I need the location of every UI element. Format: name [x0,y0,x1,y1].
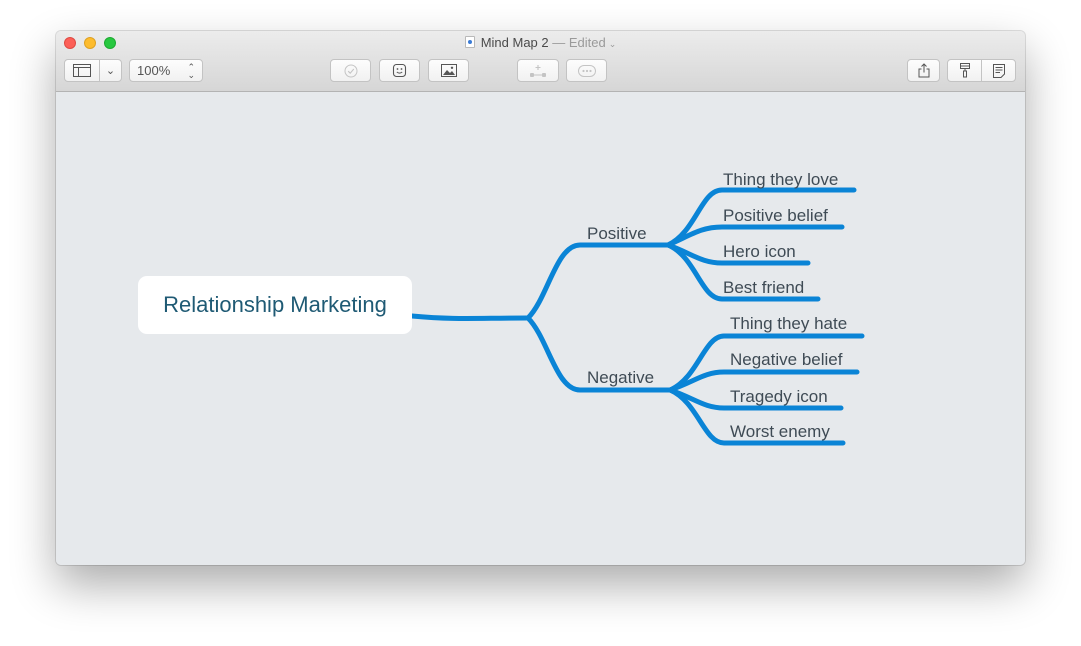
node-thing-they-love[interactable]: Thing they love [723,170,838,189]
node-tragedy-icon[interactable]: Tragedy icon [730,387,828,406]
note-button[interactable] [566,59,607,82]
image-button[interactable] [428,59,469,82]
more-bubble-icon [577,64,596,77]
share-icon [918,63,929,78]
stepper-arrows-icon[interactable]: ⌃ ⌄ [187,62,195,79]
add-node-icon [530,64,546,77]
document-inspector-button[interactable] [981,59,1016,82]
connector-root [409,313,531,321]
sidebar-icon [73,64,91,77]
node-best-friend[interactable]: Best friend [723,278,804,297]
app-window: Mind Map 2 — Edited ⌄ ⌄ 100% ⌃ ⌄ Positiv… [56,31,1025,565]
sidebar-toggle-button[interactable] [64,59,100,82]
node-negative-belief[interactable]: Negative belief [730,350,843,369]
image-icon [440,64,457,77]
format-button[interactable] [947,59,982,82]
zoom-value: 100% [137,63,171,78]
connector-positive [525,242,671,321]
root-node-label: Relationship Marketing [163,292,387,317]
paintbrush-icon [959,63,970,78]
zoom-stepper[interactable]: 100% ⌃ ⌄ [129,59,203,82]
chevron-down-icon: ⌄ [608,39,617,49]
document-icon [464,36,475,48]
mind-map-canvas[interactable]: Positive Negative Thing they love Positi… [56,92,1025,565]
root-node[interactable]: Relationship Marketing [138,276,412,334]
checkmark-circle-icon [344,64,357,77]
edited-status: — Edited [552,35,606,50]
branch-label-positive[interactable]: Positive [587,224,647,243]
branch-label-negative[interactable]: Negative [587,368,654,387]
node-thing-they-hate[interactable]: Thing they hate [730,314,847,333]
view-menu-button[interactable]: ⌄ [99,59,122,82]
share-button[interactable] [907,59,940,82]
task-button[interactable] [330,59,371,82]
document-icon [992,63,1005,78]
document-name: Mind Map 2 [480,35,549,50]
titlebar: Mind Map 2 — Edited ⌄ ⌄ 100% ⌃ ⌄ [56,31,1025,92]
node-positive-belief[interactable]: Positive belief [723,206,828,225]
chevron-down-icon: ⌄ [105,65,116,77]
node-hero-icon[interactable]: Hero icon [723,242,796,261]
window-title[interactable]: Mind Map 2 — Edited ⌄ [56,35,1025,52]
add-node-button[interactable] [517,59,559,82]
sticker-button[interactable] [379,59,420,82]
node-worst-enemy[interactable]: Worst enemy [730,422,830,441]
sticker-icon [392,63,407,78]
